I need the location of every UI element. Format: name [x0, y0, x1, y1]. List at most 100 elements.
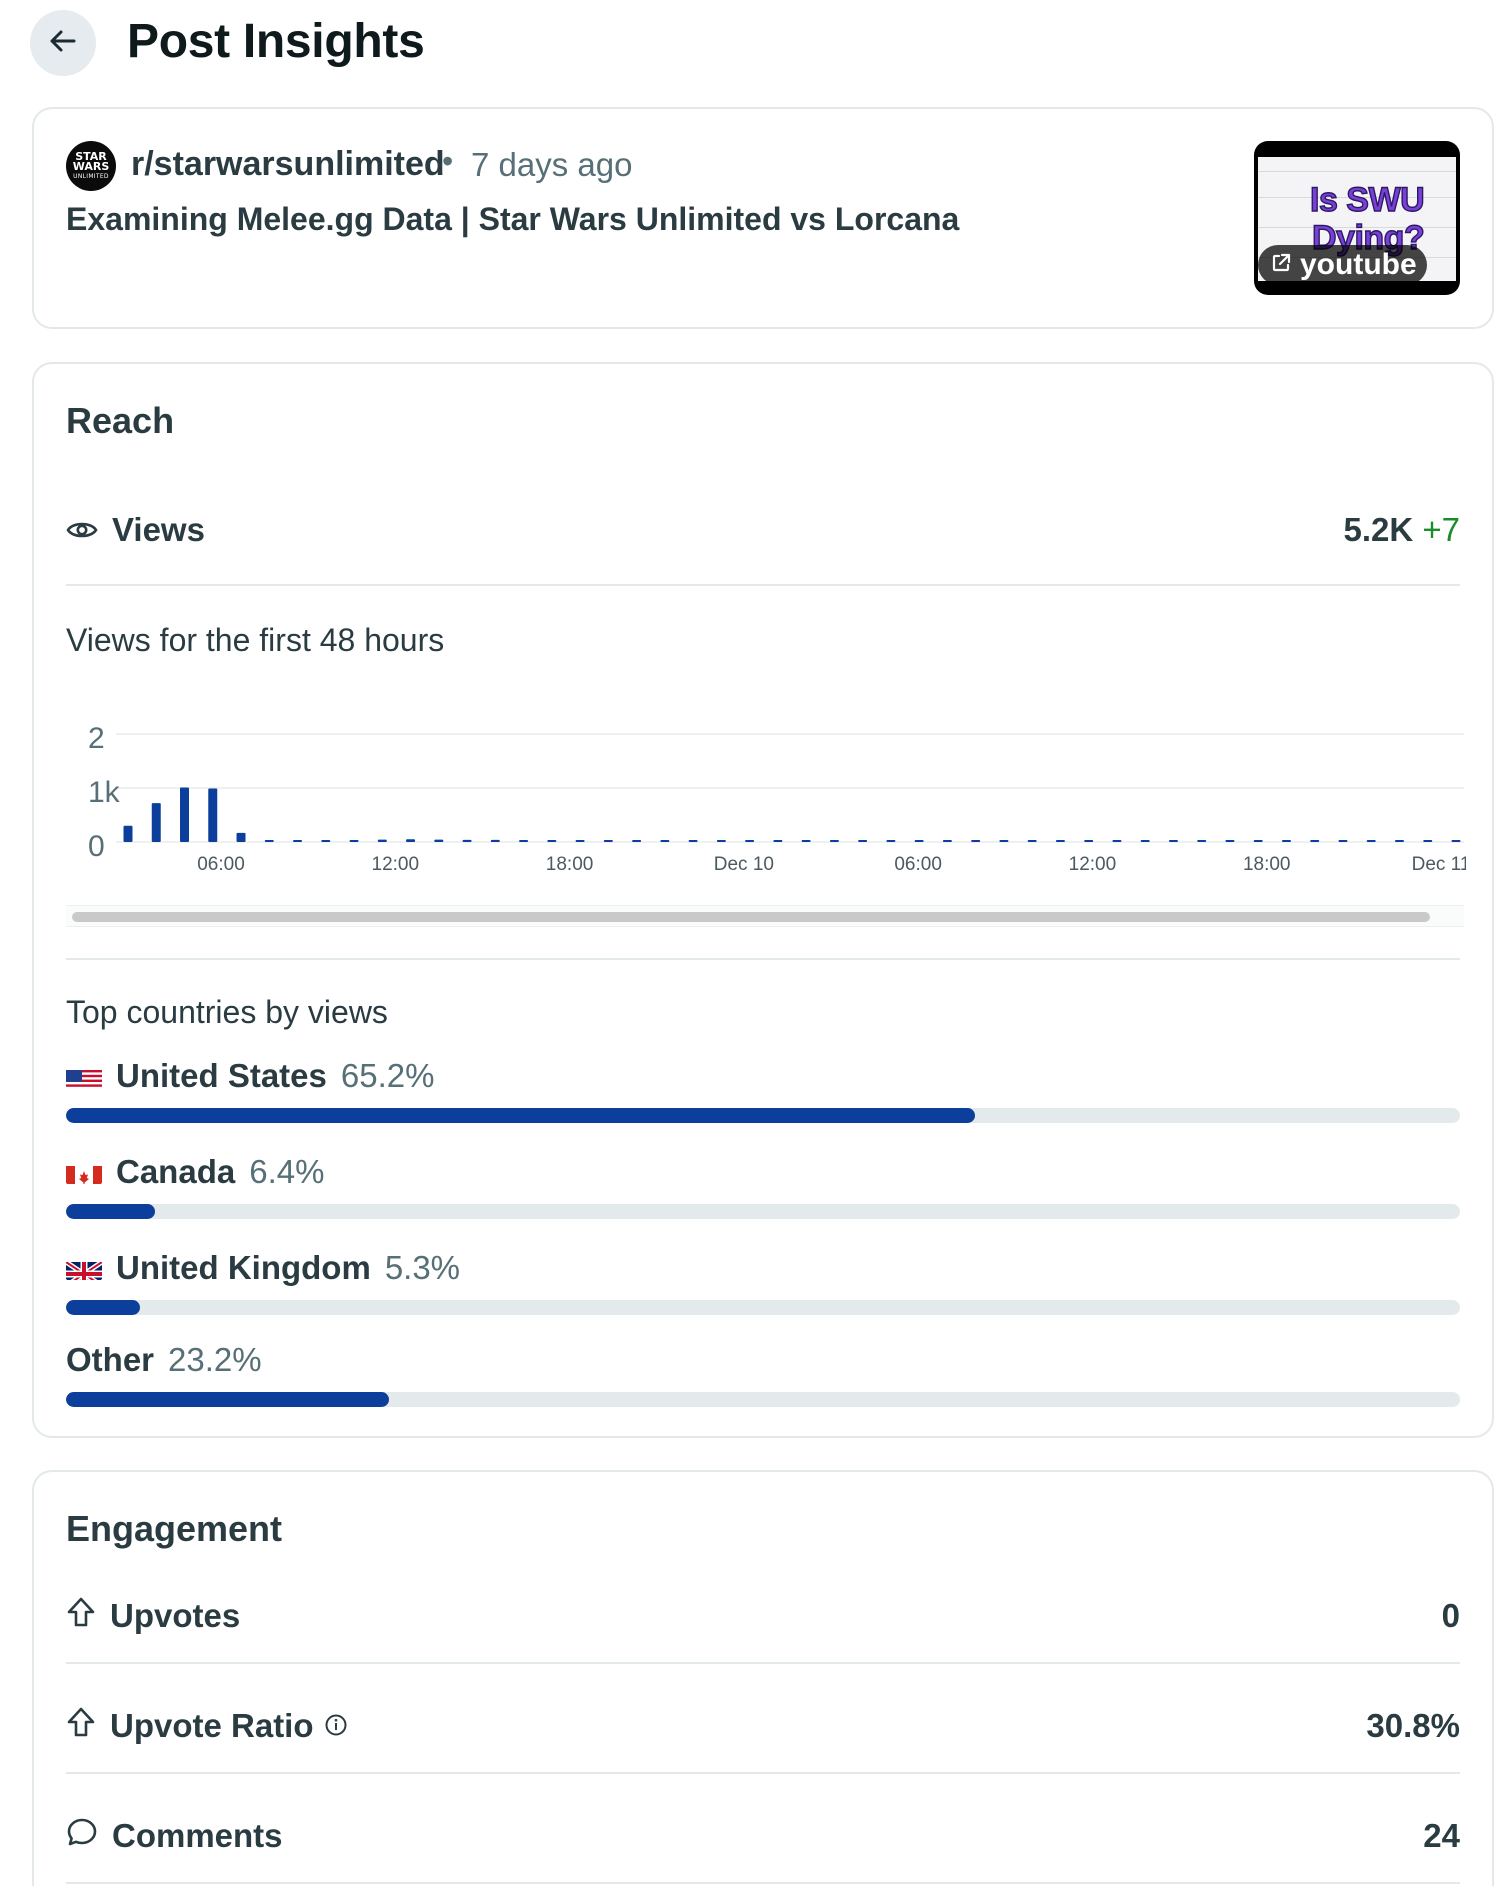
- chart-bar: [829, 840, 839, 842]
- chart-bar: [660, 840, 670, 842]
- chart-bar: [914, 840, 924, 842]
- chart-bar: [1310, 840, 1320, 842]
- country-percent: 65.2%: [340, 1057, 435, 1094]
- chart-bar: [632, 840, 642, 842]
- chart-bar: [123, 825, 133, 842]
- engagement-card: Engagement Upvotes 0 Upvote Ratio 30.8% …: [32, 1470, 1494, 1886]
- chart-bar: [1140, 840, 1150, 842]
- thumbnail-source-badge[interactable]: youtube: [1258, 245, 1427, 285]
- chart-bar: [208, 788, 218, 842]
- chart-x-tick-label: 18:00: [1243, 854, 1291, 875]
- country-bar-track: [66, 1392, 1460, 1407]
- chart-bar: [801, 840, 811, 842]
- chart-bar: [971, 840, 981, 842]
- country-percent: 5.3%: [384, 1249, 461, 1286]
- country-name: United States: [116, 1057, 327, 1094]
- chart-bar: [349, 840, 359, 842]
- chart-x-tick-label: 18:00: [546, 854, 594, 875]
- divider: [66, 1882, 1460, 1884]
- back-button[interactable]: [30, 10, 96, 76]
- chart-x-tick-label: 06:00: [197, 854, 245, 875]
- canada-flag-icon: [66, 1160, 102, 1184]
- country-name: United Kingdom: [116, 1249, 371, 1286]
- info-icon[interactable]: [324, 1707, 348, 1745]
- chart-bar: [716, 840, 726, 842]
- chart-title: Views for the first 48 hours: [66, 622, 445, 658]
- country-row-ca: Canada 6.4%: [66, 1152, 1460, 1232]
- upvotes-label: Upvotes: [110, 1597, 241, 1634]
- chart-bar: [1394, 840, 1404, 842]
- post-title[interactable]: Examining Melee.gg Data | Star Wars Unli…: [66, 201, 959, 238]
- engagement-title: Engagement: [66, 1508, 283, 1549]
- chart-bar: [1338, 840, 1348, 842]
- chart-bar: [688, 840, 698, 842]
- comments-row: Comments 24: [66, 1806, 1460, 1866]
- post-card[interactable]: STAR WARS UNLIMITED r/starwarsunlimited …: [32, 107, 1494, 329]
- upvote-ratio-label: Upvote Ratio: [110, 1707, 314, 1744]
- chart-bar: [1168, 840, 1178, 842]
- chart-bar: [1281, 840, 1291, 842]
- chart-bar: [1451, 840, 1461, 842]
- chart-scrollbar[interactable]: [66, 905, 1464, 927]
- upvote-ratio-row: Upvote Ratio 30.8%: [66, 1696, 1460, 1756]
- chart-bar: [575, 840, 585, 842]
- separator-dot: •: [442, 143, 454, 179]
- avatar-text-line: WARS: [72, 160, 110, 174]
- comments-value: 24: [1423, 1817, 1460, 1854]
- country-bar-track: [66, 1300, 1460, 1315]
- country-bar-fill: [66, 1204, 156, 1219]
- upvote-arrow-icon: [66, 1706, 96, 1746]
- external-link-icon: [1270, 248, 1292, 282]
- upvotes-row: Upvotes 0: [66, 1586, 1460, 1646]
- chart-x-tick-label: 06:00: [894, 854, 942, 875]
- upvotes-value: 0: [1441, 1597, 1460, 1634]
- thumbnail-source-label: youtube: [1300, 248, 1417, 281]
- chart-x-tick-label: 12:00: [1069, 854, 1117, 875]
- views-chart[interactable]: 2 1k 0 06:00 12:00 18:00 Dec 10 06:00 12:00 18:00…: [66, 704, 1466, 904]
- chart-bar: [1112, 840, 1122, 842]
- us-flag-icon: [66, 1064, 102, 1088]
- country-row-us: United States 65.2%: [66, 1056, 1460, 1136]
- upvote-arrow-icon: [66, 1596, 96, 1636]
- chart-bar: [377, 839, 387, 842]
- subreddit-avatar[interactable]: STAR WARS UNLIMITED: [66, 141, 116, 191]
- top-countries-title: Top countries by views: [66, 994, 388, 1030]
- chart-bar: [1253, 840, 1263, 842]
- chart-bar: [1197, 840, 1207, 842]
- avatar-text-line: UNLIMITED: [73, 173, 109, 181]
- views-delta: +7: [1422, 511, 1460, 548]
- divider: [66, 584, 1460, 586]
- post-thumbnail[interactable]: Is SWU Dying? youtube: [1254, 141, 1460, 295]
- chart-x-tick-label: 12:00: [372, 854, 420, 875]
- country-bar-track: [66, 1204, 1460, 1219]
- subreddit-name[interactable]: r/starwarsunlimited: [131, 145, 445, 184]
- comment-bubble-icon: [66, 1816, 98, 1856]
- views-count: 5.2K: [1343, 511, 1414, 548]
- chart-bar: [490, 839, 500, 842]
- chart-scrollbar-thumb[interactable]: [72, 912, 1430, 922]
- chart-bar: [547, 840, 557, 842]
- chart-y-tick-label: 2: [88, 722, 105, 755]
- eye-icon: [66, 511, 98, 549]
- reach-card: Reach Views 5.2K +7 Views for the first …: [32, 362, 1494, 1438]
- chart-bar: [434, 839, 444, 842]
- country-name: Canada: [116, 1153, 236, 1190]
- country-percent: 23.2%: [168, 1341, 262, 1378]
- chart-bar: [180, 787, 190, 842]
- divider: [66, 1772, 1460, 1774]
- chart-bar: [1027, 840, 1037, 842]
- chart-bar: [773, 840, 783, 842]
- page-title: Post Insights: [127, 15, 425, 68]
- chart-bar: [151, 803, 161, 842]
- chart-bar: [1084, 840, 1094, 842]
- chart-y-tick-label: 1k: [88, 776, 121, 809]
- chart-bar: [293, 840, 303, 842]
- chart-x-tick-label: Dec 11: [1412, 854, 1466, 875]
- chart-bar: [236, 832, 246, 842]
- chart-bar: [1366, 840, 1376, 842]
- country-percent: 6.4%: [249, 1153, 325, 1190]
- chart-bar: [1225, 840, 1235, 842]
- divider: [66, 1662, 1460, 1664]
- chart-bar: [603, 840, 613, 842]
- thumbnail-text: Is SWU: [1309, 180, 1425, 219]
